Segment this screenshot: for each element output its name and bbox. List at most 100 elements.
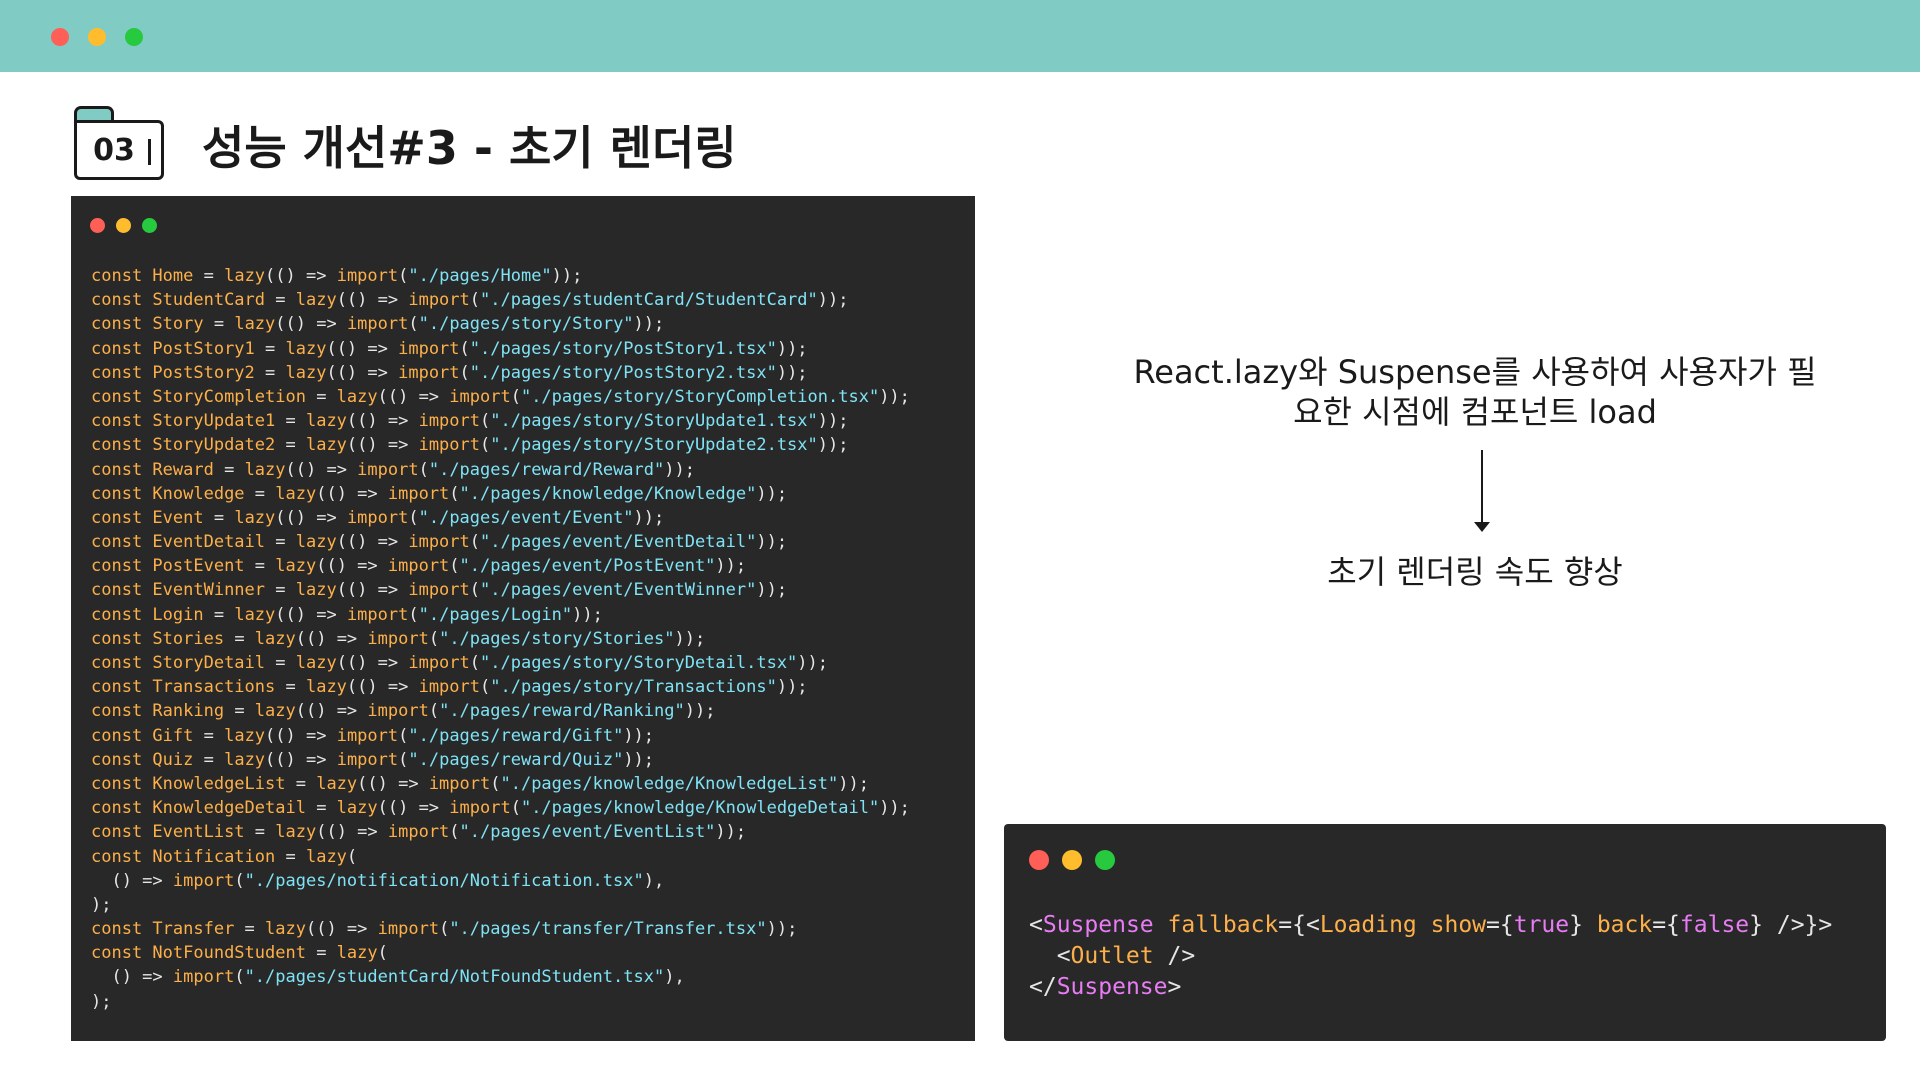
code-token: show xyxy=(1430,912,1487,938)
code-token: "./pages/story/PostStory1.tsx" xyxy=(469,338,777,359)
folder-marker xyxy=(148,139,151,165)
code-token: lazy xyxy=(275,483,317,504)
code-line: const StoryDetail = lazy(() => import(".… xyxy=(91,651,910,675)
code-token: )); xyxy=(766,919,798,940)
code-token: (() => xyxy=(265,749,337,770)
code-token: "./pages/event/EventWinner" xyxy=(480,580,757,601)
code-token: )); xyxy=(817,435,849,456)
code-token: = xyxy=(213,459,245,480)
top-bar xyxy=(0,0,1920,72)
code-token: = xyxy=(275,435,306,456)
code-line: const StudentCard = lazy(() => import(".… xyxy=(91,288,910,312)
code-token: const xyxy=(91,314,153,335)
code-token: = xyxy=(265,580,296,601)
code-token: import xyxy=(408,653,470,673)
code-token: (() => xyxy=(265,725,337,746)
code-token: ( xyxy=(234,870,245,891)
code-token: = xyxy=(193,725,225,746)
code-line: const Notification = lazy( xyxy=(91,845,910,869)
code-token: import xyxy=(449,386,511,407)
code-token: ( xyxy=(459,362,470,383)
code-token: "./pages/knowledge/KnowledgeList" xyxy=(500,773,839,794)
code-token: "./pages/story/StoryCompletion.tsx" xyxy=(520,386,880,407)
code-token: )); xyxy=(715,556,747,577)
code-line: () => import("./pages/notification/Notif… xyxy=(91,869,910,893)
code-token: const xyxy=(91,773,153,794)
code-token: lazy xyxy=(234,314,276,335)
section-number: 03 xyxy=(93,132,135,168)
code-token: Notification xyxy=(152,846,276,867)
code-token: /> xyxy=(1153,943,1196,969)
code-token: (() => xyxy=(346,677,419,698)
code-token: lazy xyxy=(265,919,306,940)
code-token: ( xyxy=(408,507,419,528)
code-token: )); xyxy=(623,725,655,746)
maximize-dot-icon xyxy=(1095,850,1115,870)
code-token: = xyxy=(305,943,337,964)
code-token: )); xyxy=(633,507,665,528)
code-token: ); xyxy=(91,991,112,1012)
code-token: (() => xyxy=(346,435,419,456)
code-token: = xyxy=(305,798,337,819)
code-line: const EventList = lazy(() => import("./p… xyxy=(91,820,910,844)
code-token: ( xyxy=(459,338,470,359)
code-token: (() => xyxy=(336,580,409,601)
code-line: const Stories = lazy(() => import("./pag… xyxy=(91,627,910,651)
minimize-dot-icon xyxy=(1062,850,1082,870)
code-token: import xyxy=(336,266,399,286)
code-token: PostStory1 xyxy=(152,338,255,359)
code-token: = xyxy=(234,919,266,940)
code-token: const xyxy=(91,628,153,649)
code-token: (() => xyxy=(357,773,429,794)
code-token: import xyxy=(398,338,460,359)
code-token: = xyxy=(275,846,306,867)
code-token: lazy xyxy=(224,266,266,286)
code-token: ( xyxy=(469,290,481,311)
code-line: const KnowledgeDetail = lazy(() => impor… xyxy=(91,796,910,820)
code-token: import xyxy=(367,701,429,722)
code-token: = xyxy=(203,314,235,335)
code-token: )); xyxy=(756,532,788,553)
code-token: StoryUpdate2 xyxy=(152,435,276,456)
code-token: import xyxy=(428,773,491,794)
code-token: = xyxy=(275,411,306,432)
code-token: import xyxy=(398,362,460,383)
code-token: ( xyxy=(480,435,491,456)
code-token: StoryCompletion xyxy=(152,386,306,407)
code-token: )); xyxy=(684,701,716,722)
code-line: const Story = lazy(() => import("./pages… xyxy=(91,312,910,336)
result-text: 초기 렌더링 속도 향상 xyxy=(1327,553,1623,591)
code-token: </ xyxy=(1029,974,1057,1000)
code-token: true xyxy=(1513,912,1570,938)
code-token: KnowledgeList xyxy=(152,773,286,794)
code-token: ( xyxy=(398,725,409,746)
code-token: fallback xyxy=(1167,912,1279,938)
code-line: </Suspense> xyxy=(1029,972,1832,1003)
code-token: ( xyxy=(449,483,460,504)
code-token: lazy xyxy=(244,459,286,480)
code-token: Event xyxy=(152,507,204,528)
code-token: )); xyxy=(623,749,655,770)
code-token: Outlet xyxy=(1070,943,1154,969)
code-token: import xyxy=(387,556,450,577)
code-token: (() => xyxy=(275,604,347,625)
code-token: KnowledgeDetail xyxy=(152,798,306,819)
code-token: lazy xyxy=(275,556,317,577)
code-token: const xyxy=(91,653,153,673)
code-token: = xyxy=(265,532,296,553)
code-token: const xyxy=(91,701,153,722)
code-token: "./pages/transfer/Transfer.tsx" xyxy=(449,919,767,940)
code-token: lazy xyxy=(234,507,276,528)
code-token: < xyxy=(1029,943,1071,969)
code-token: = xyxy=(254,338,286,359)
code-line: ); xyxy=(91,990,910,1014)
code-token: lazy xyxy=(316,773,358,794)
code-token: StudentCard xyxy=(152,290,266,311)
code-token: const xyxy=(91,532,153,553)
code-token: ( xyxy=(469,532,481,553)
code-token: (() => xyxy=(336,653,409,673)
code-token: "./pages/knowledge/Knowledge" xyxy=(459,483,757,504)
code-token: ( xyxy=(480,411,491,432)
suspense-code: <Suspense fallback={<Loading show={true}… xyxy=(1029,910,1832,1003)
